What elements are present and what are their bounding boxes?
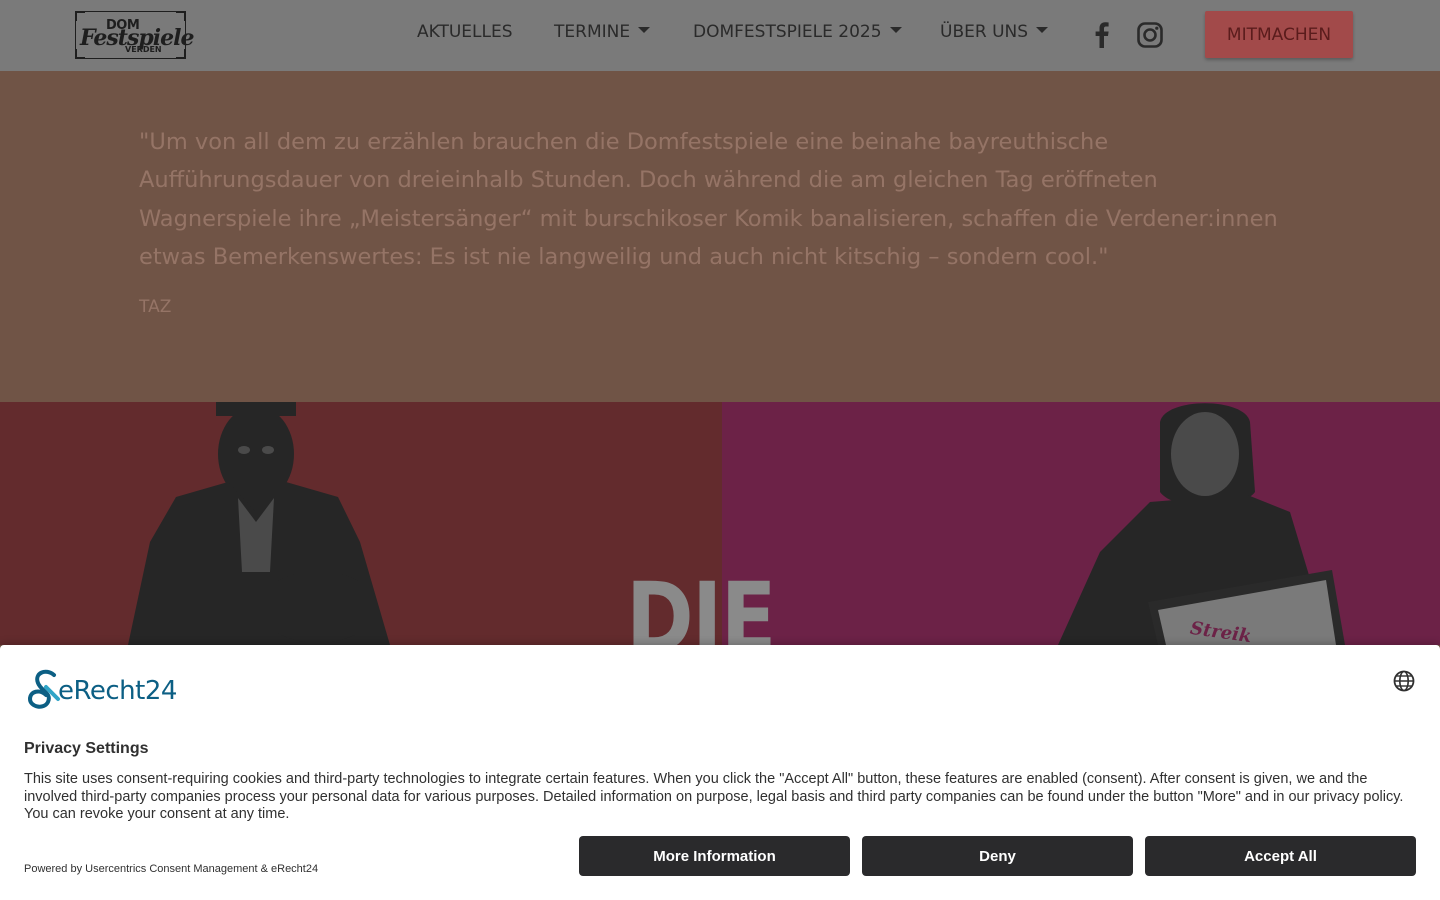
hero-title: DIE	[626, 562, 776, 645]
site-logo[interactable]: DOM Festspiele VERDEN	[75, 11, 194, 59]
nav-item-aktuelles[interactable]: AKTUELLES	[417, 22, 513, 48]
brand-name: eRecht24	[58, 676, 177, 706]
mitmachen-button[interactable]: MITMACHEN	[1205, 11, 1353, 58]
testimonial-author: TAZ	[139, 297, 172, 317]
consent-text: This site uses consent-requiring cookies…	[24, 771, 1404, 822]
nav-item-label: ÜBER UNS	[940, 22, 1029, 42]
consent-title: Privacy Settings	[24, 740, 149, 757]
nav-item-domfestspiele-2025[interactable]: DOMFESTSPIELE 2025	[693, 22, 902, 48]
nav-item-label: TERMINE	[554, 22, 631, 42]
deny-button[interactable]: Deny	[862, 836, 1133, 876]
cookie-consent-banner: eRecht24 Privacy Settings This site uses…	[0, 645, 1440, 900]
site-header: DOM Festspiele VERDEN AKTUELLES TERMINE …	[0, 0, 1440, 71]
language-globe-icon[interactable]	[1393, 670, 1415, 692]
powered-by-text: Powered by Usercentrics Consent Manageme…	[24, 863, 319, 875]
nav-item-ueber-uns[interactable]: ÜBER UNS	[940, 22, 1049, 48]
testimonial-quote: "Um von all dem zu erzählen brauchen die…	[139, 129, 1278, 270]
nav-item-label: AKTUELLES	[417, 22, 513, 42]
chevron-down-icon	[638, 27, 651, 33]
nav-item-termine[interactable]: TERMINE	[554, 22, 651, 48]
more-information-button[interactable]: More Information	[579, 836, 850, 876]
nav-item-label: DOMFESTSPIELE 2025	[693, 22, 882, 42]
logo-line-3: VERDEN	[125, 45, 162, 54]
accept-all-button[interactable]: Accept All	[1145, 836, 1416, 876]
chevron-down-icon	[889, 27, 902, 33]
chevron-down-icon	[1036, 27, 1049, 33]
facebook-icon[interactable]	[1088, 21, 1116, 49]
hero-banner: DIE Streik	[0, 402, 1440, 645]
instagram-icon[interactable]	[1136, 21, 1164, 49]
